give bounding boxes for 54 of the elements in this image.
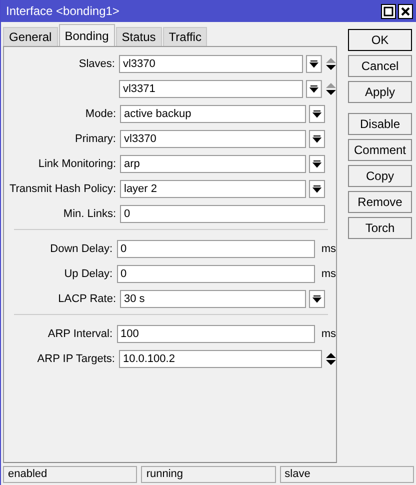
- up-down-icon[interactable]: [326, 352, 336, 366]
- dropdown-button[interactable]: [309, 130, 325, 148]
- input-field[interactable]: 0: [116, 265, 316, 283]
- maximize-button[interactable]: [381, 4, 396, 18]
- up-down-icon[interactable]: [326, 57, 336, 71]
- status-cell: running: [141, 466, 276, 483]
- input-field[interactable]: 10.0.100.2: [118, 350, 322, 368]
- dropdown-button[interactable]: [309, 290, 325, 308]
- field-label: Mode:: [85, 108, 116, 120]
- tab[interactable]: General: [3, 27, 58, 46]
- field-label: Up Delay:: [64, 268, 112, 280]
- dropdown-button[interactable]: [309, 155, 325, 173]
- field-label: Min. Links:: [63, 208, 116, 220]
- up-down-icon[interactable]: [326, 82, 336, 96]
- dropdown-button[interactable]: [309, 180, 325, 198]
- dropdown-button[interactable]: [306, 55, 322, 73]
- dialog-button[interactable]: Comment: [348, 139, 412, 161]
- input-field[interactable]: 100: [116, 325, 316, 343]
- dialog-button[interactable]: Disable: [348, 113, 412, 135]
- tab[interactable]: Bonding: [58, 24, 115, 46]
- dialog-button[interactable]: Cancel: [348, 55, 412, 77]
- unit-label: ms: [321, 328, 336, 340]
- input-field[interactable]: vl3370: [120, 130, 306, 148]
- dialog-button[interactable]: Apply: [348, 81, 412, 103]
- status-cell: slave: [280, 466, 414, 483]
- field-label: ARP IP Targets:: [37, 353, 115, 365]
- dialog-button[interactable]: OK: [348, 29, 412, 51]
- field-label: ARP Interval:: [48, 328, 112, 340]
- input-field[interactable]: 30 s: [120, 290, 306, 308]
- input-field[interactable]: 0: [120, 205, 325, 223]
- dialog-button[interactable]: Remove: [348, 191, 412, 213]
- field-label: Down Delay:: [50, 243, 112, 255]
- tab[interactable]: Traffic: [162, 27, 208, 46]
- field-label: Slaves:: [78, 58, 115, 70]
- dialog-button[interactable]: Copy: [348, 165, 412, 187]
- unit-label: ms: [321, 243, 336, 255]
- field-label: Transmit Hash Policy:: [9, 183, 116, 195]
- input-field[interactable]: vl3370: [118, 55, 304, 73]
- field-label: Primary:: [75, 133, 116, 145]
- tab[interactable]: Status: [116, 27, 162, 46]
- dropdown-button[interactable]: [306, 80, 322, 98]
- close-button[interactable]: [398, 4, 413, 18]
- input-field[interactable]: arp: [120, 155, 306, 173]
- dialog-button[interactable]: Torch: [348, 217, 412, 239]
- input-field[interactable]: active backup: [120, 105, 306, 123]
- dropdown-button[interactable]: [309, 105, 325, 123]
- field-label: LACP Rate:: [58, 293, 116, 305]
- field-label: Link Monitoring:: [38, 158, 116, 170]
- input-field[interactable]: layer 2: [120, 180, 306, 198]
- input-field[interactable]: 0: [116, 240, 316, 258]
- input-field[interactable]: vl3371: [118, 80, 304, 98]
- unit-label: ms: [321, 268, 336, 280]
- window-title: Interface <bonding1>: [6, 4, 120, 18]
- status-cell: enabled: [3, 466, 138, 483]
